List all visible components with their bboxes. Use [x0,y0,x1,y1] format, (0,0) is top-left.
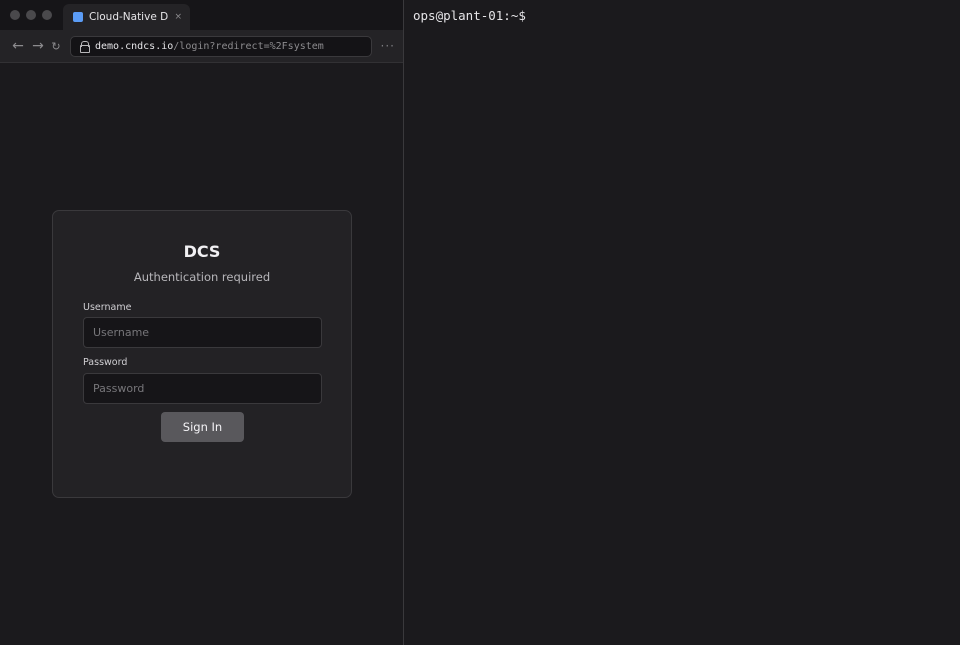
minimize-window-button[interactable] [26,10,36,20]
window-controls [10,10,52,20]
password-label: Password [83,357,128,368]
login-subtitle: Authentication required [133,270,271,284]
maximize-window-button[interactable] [42,10,52,20]
password-input[interactable] [83,373,322,404]
login-card: DCS Authentication required Username Pas… [52,210,352,498]
lock-icon [79,41,90,53]
close-window-button[interactable] [10,10,20,20]
username-input[interactable] [83,317,322,348]
browser-window: Cloud-Native DCS × ← → ↻ demo.cndcs.io/l… [0,0,404,645]
browser-toolbar: ← → ↻ demo.cndcs.io/login?redirect=%2Fsy… [0,30,403,63]
sign-in-button[interactable]: Sign In [161,412,244,442]
tab-title: Cloud-Native DCS [89,11,169,23]
terminal-prompt: ops@plant-01:~$ [413,8,526,23]
address-bar[interactable]: demo.cndcs.io/login?redirect=%2Fsystem [70,35,372,57]
terminal-pane[interactable]: ops@plant-01:~$ [404,0,960,645]
page-viewport: DCS Authentication required Username Pas… [0,63,403,645]
login-title: DCS [183,242,221,261]
browser-tab[interactable]: Cloud-Native DCS × [63,4,190,30]
screen: Cloud-Native DCS × ← → ↻ demo.cndcs.io/l… [0,0,960,645]
reload-icon[interactable]: ↻ [48,41,64,52]
forward-arrow-icon[interactable]: → [28,39,48,53]
tab-bar: Cloud-Native DCS × [0,0,403,30]
url-path: /login?redirect=%2Fsystem [173,40,324,52]
back-arrow-icon[interactable]: ← [8,39,28,53]
tab-close-icon[interactable]: × [174,12,182,22]
url-host: demo.cndcs.io [95,40,174,52]
username-label: Username [83,302,132,313]
more-menu-icon[interactable]: ··· [381,39,395,53]
favicon-icon [73,12,83,22]
